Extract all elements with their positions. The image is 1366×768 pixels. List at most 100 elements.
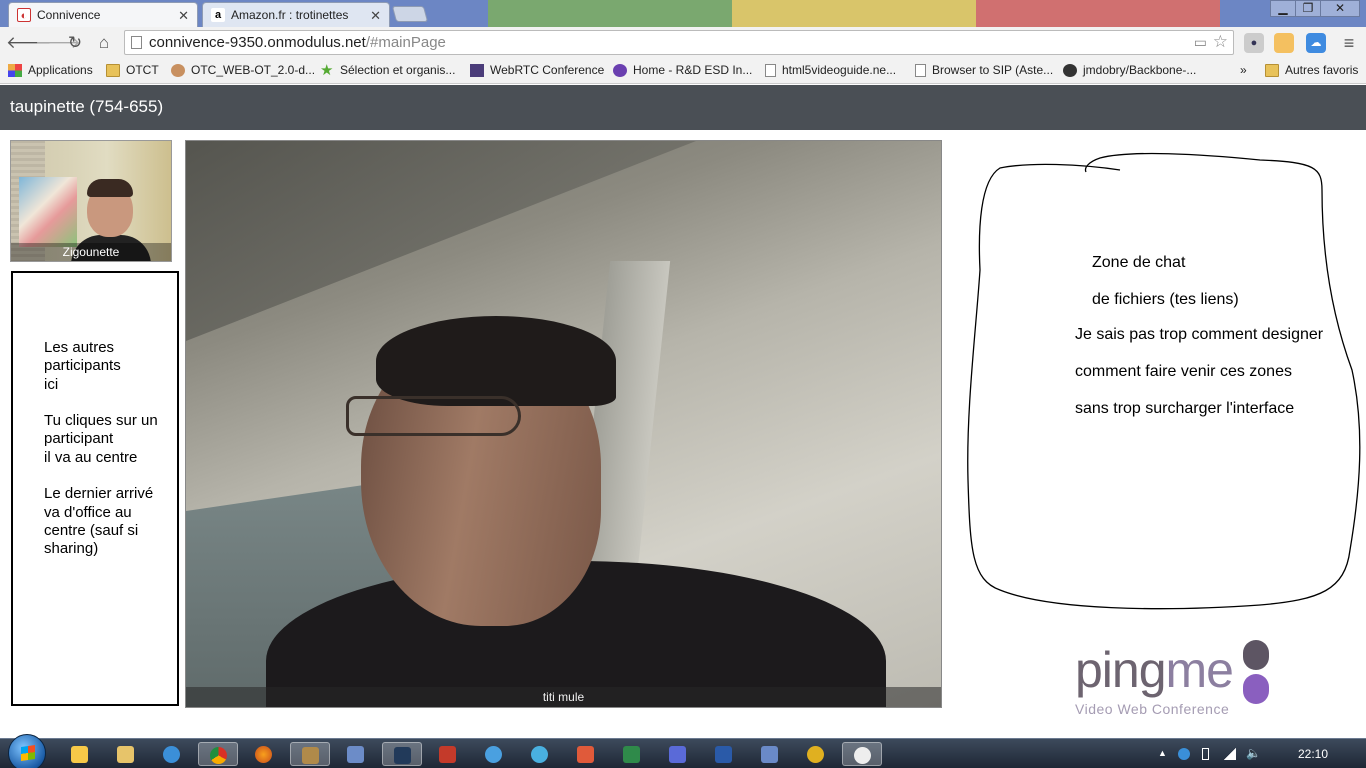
- participants-note: Le dernier arrivé va d'office au centre …: [44, 485, 154, 558]
- chat-note-line: Je sais pas trop comment designer: [1075, 326, 1324, 343]
- taskbar-excel-icon[interactable]: [612, 742, 652, 766]
- amazon-favicon-icon: a: [211, 8, 225, 22]
- bookmark-other-favorites[interactable]: Autres favoris: [1265, 63, 1358, 77]
- bookmark-otct[interactable]: OTCT: [106, 63, 159, 77]
- network-icon[interactable]: [1178, 748, 1190, 760]
- clock[interactable]: 22:10: [1298, 747, 1328, 761]
- chat-zone-sketch: Zone de chat de fichiers (tes liens) Je …: [960, 150, 1365, 615]
- logo-wordmark: pingme: [1075, 640, 1234, 700]
- close-window-button[interactable]: ✕: [1320, 0, 1360, 17]
- address-bar[interactable]: connivence-9350.onmodulus.net/#mainPage …: [124, 30, 1234, 55]
- star-icon: ★: [320, 61, 334, 79]
- bookmark-label: jmdobry/Backbone-...: [1083, 63, 1197, 77]
- windows-taskbar: ▲ 🔈 22:10: [0, 734, 1366, 768]
- taskbar-app-icon[interactable]: [520, 742, 560, 766]
- taskbar-app-icon[interactable]: [474, 742, 514, 766]
- url-host: connivence-9350.onmodulus.net: [149, 34, 366, 51]
- chat-note-line: sans trop surcharger l'interface: [1075, 400, 1295, 417]
- forward-arrow-icon[interactable]: 🡒: [35, 32, 81, 54]
- bookmark-browser-to-sip[interactable]: Browser to SIP (Aste...: [915, 63, 1053, 77]
- browser-tab-strip: ◐ Connivence ✕ a Amazon.fr : trotinettes…: [0, 0, 1366, 27]
- reload-icon[interactable]: ↻: [64, 32, 86, 54]
- taskbar-app-icon[interactable]: [796, 742, 836, 766]
- bookmarks-overflow-button[interactable]: »: [1240, 63, 1247, 77]
- taskbar-ie-icon[interactable]: [152, 742, 192, 766]
- bookmark-otc-web[interactable]: OTC_WEB-OT_2.0-d...: [171, 63, 315, 77]
- folder-icon: [106, 63, 120, 77]
- back-arrow-icon[interactable]: 🡐: [6, 32, 52, 54]
- bookmark-label: Autres favoris: [1285, 63, 1359, 77]
- bookmark-home-rd[interactable]: Home - R&D ESD In...: [613, 63, 752, 77]
- participants-panel: Les autres participants ici Tu cliques s…: [11, 271, 179, 706]
- url-path: /#mainPage: [365, 34, 446, 51]
- participants-note: Tu cliques sur un participant il va au c…: [44, 412, 158, 466]
- close-tab-icon[interactable]: ✕: [370, 8, 381, 24]
- bookmark-star-icon[interactable]: ☆: [1213, 30, 1228, 53]
- room-header: taupinette (754-655): [0, 85, 1366, 130]
- bookmark-jmdobry[interactable]: jmdobry/Backbone-...: [1063, 63, 1196, 77]
- logo-person-icon: [1243, 640, 1269, 670]
- bookmark-label: OTCT: [126, 63, 159, 77]
- taskbar-app-icon[interactable]: [658, 742, 698, 766]
- tab-connivence[interactable]: ◐ Connivence ✕: [8, 2, 198, 27]
- taskbar-notes-icon[interactable]: [60, 742, 100, 766]
- taskbar-app-icon[interactable]: [290, 742, 330, 766]
- bookmark-html5videoguide[interactable]: html5videoguide.ne...: [765, 63, 896, 77]
- chat-note-line: Zone de chat: [1092, 254, 1186, 271]
- bookmark-selection[interactable]: ★ Sélection et organis...: [320, 61, 455, 79]
- taskbar-app-icon[interactable]: [382, 742, 422, 766]
- connivence-favicon-icon: ◐: [17, 8, 31, 22]
- pingme-logo: pingme Video Web Conference: [1075, 640, 1285, 720]
- camera-icon[interactable]: ▭: [1194, 31, 1207, 54]
- battery-icon[interactable]: [1202, 748, 1209, 760]
- taskbar-app-icon[interactable]: [336, 742, 376, 766]
- hand-drawn-outline: [967, 152, 1361, 610]
- page-icon: [915, 63, 926, 77]
- circle-logo-icon: [613, 63, 627, 77]
- show-hidden-icons-icon[interactable]: ▲: [1158, 748, 1170, 760]
- start-button[interactable]: [8, 734, 46, 768]
- extension-webrtc-icon[interactable]: ●: [1244, 33, 1264, 53]
- extension-cloud-icon[interactable]: ☁: [1306, 33, 1326, 53]
- page-icon: [765, 63, 776, 77]
- taskbar-chrome-icon[interactable]: [198, 742, 238, 766]
- home-icon[interactable]: ⌂: [93, 32, 115, 54]
- self-name-label: Zigounette: [11, 243, 171, 261]
- chrome-menu-icon[interactable]: ≡: [1338, 32, 1360, 54]
- close-tab-icon[interactable]: ✕: [178, 8, 189, 24]
- video-background: [19, 177, 77, 247]
- self-video-thumbnail[interactable]: Zigounette: [10, 140, 172, 262]
- main-speaker-video[interactable]: titi mule: [185, 140, 942, 708]
- webrtc-icon: [470, 63, 484, 77]
- minimize-button[interactable]: ▁: [1270, 0, 1296, 17]
- participants-note: Les autres participants ici: [44, 339, 121, 393]
- logo-me: me: [1165, 642, 1234, 698]
- tab-amazon[interactable]: a Amazon.fr : trotinettes ✕: [202, 2, 390, 27]
- taskbar-word-icon[interactable]: [704, 742, 744, 766]
- bookmark-label: WebRTC Conference: [490, 63, 605, 77]
- taskbar-firefox-icon[interactable]: [244, 742, 284, 766]
- system-tray: ▲ 🔈 22:10: [1146, 739, 1366, 768]
- logo-person-icon: [1243, 674, 1269, 704]
- volume-icon[interactable]: 🔈: [1246, 746, 1261, 760]
- bookmark-label: Applications: [28, 63, 93, 77]
- taskbar-app-icon[interactable]: [566, 742, 606, 766]
- taskbar-app-icon[interactable]: [750, 742, 790, 766]
- new-tab-button[interactable]: [391, 6, 429, 22]
- extension-cookie-icon[interactable]: [1274, 33, 1294, 53]
- logo-ping: ping: [1075, 642, 1167, 698]
- bookmark-applications[interactable]: Applications: [8, 63, 93, 77]
- bookmark-webrtc[interactable]: WebRTC Conference: [470, 63, 604, 77]
- bookmark-label: OTC_WEB-OT_2.0-d...: [191, 63, 316, 77]
- apps-grid-icon: [8, 63, 22, 77]
- room-title: taupinette (754-655): [10, 97, 164, 116]
- video-person: [346, 396, 521, 436]
- taskbar-smiley-icon[interactable]: [842, 742, 882, 766]
- taskbar-explorer-icon[interactable]: [106, 742, 146, 766]
- folder-icon: [1265, 63, 1279, 77]
- taskbar-filezilla-icon[interactable]: [428, 742, 468, 766]
- chat-note-line: comment faire venir ces zones: [1075, 363, 1292, 380]
- signal-icon[interactable]: [1224, 748, 1236, 760]
- restore-button[interactable]: ❐: [1295, 0, 1321, 17]
- video-person: [87, 179, 133, 197]
